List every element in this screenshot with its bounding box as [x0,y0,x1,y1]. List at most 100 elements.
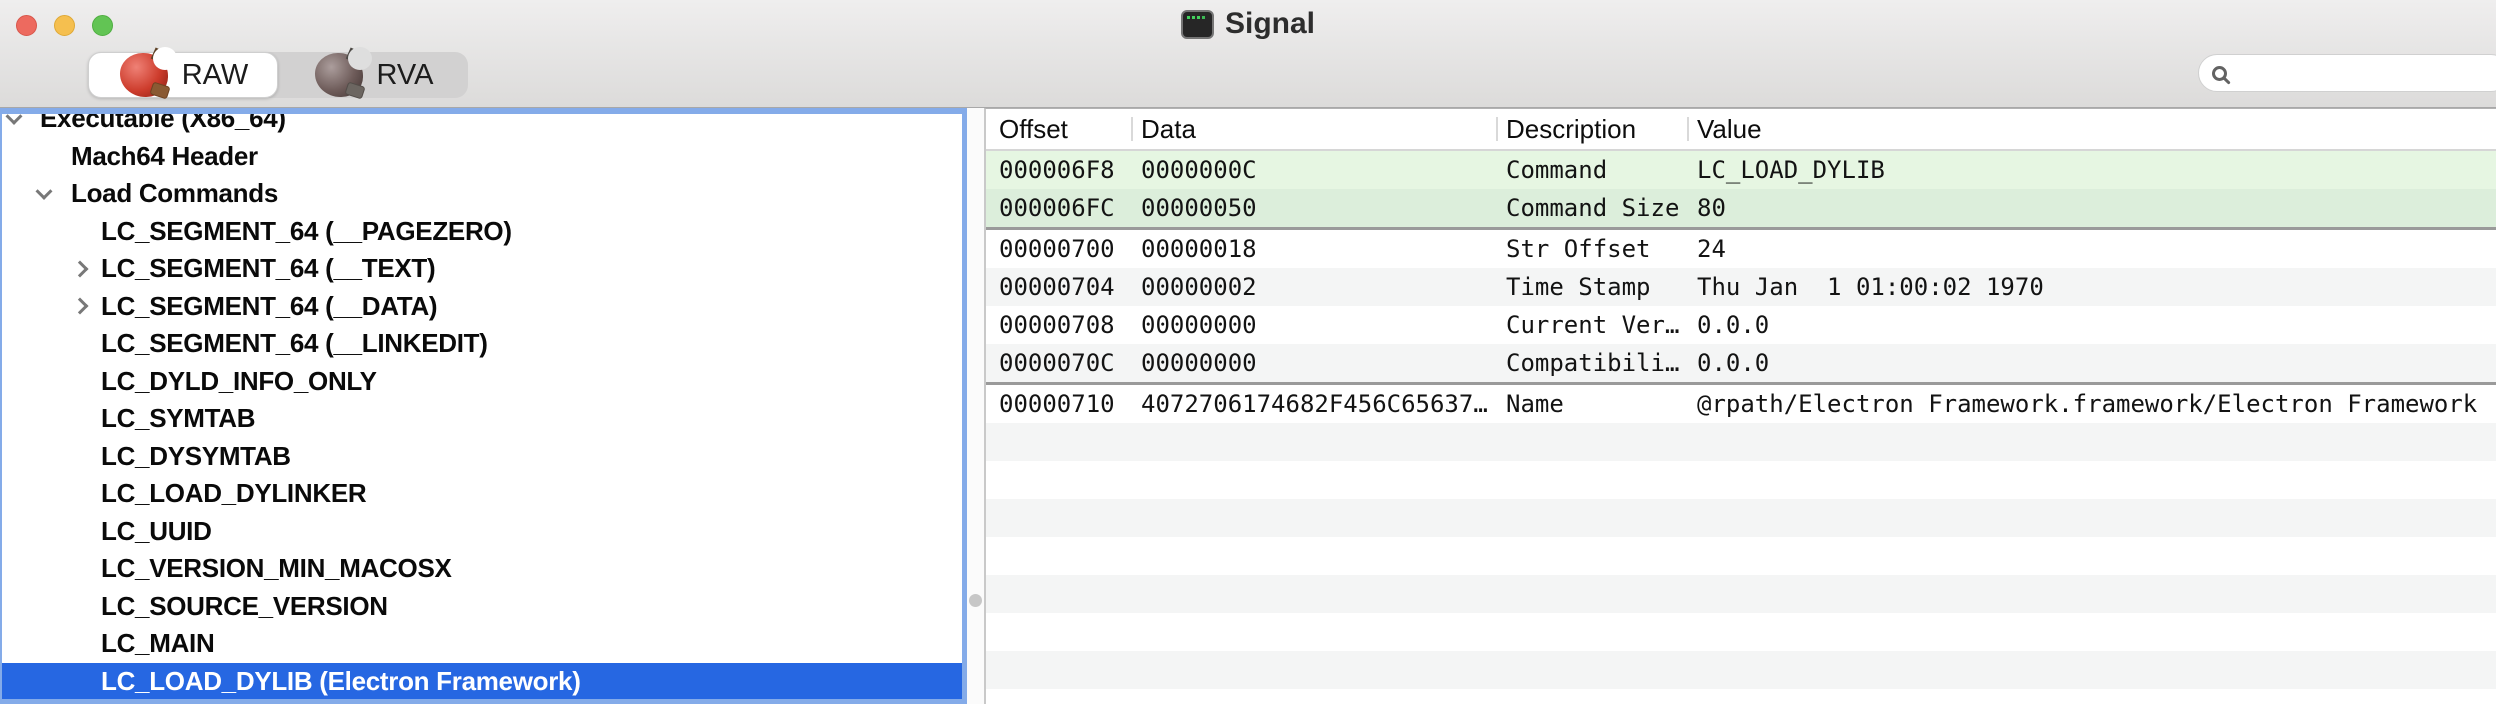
tree-item-label: LC_SYMTAB [101,403,255,433]
segment-raw-label: RAW [182,59,249,92]
segment-raw[interactable]: RAW [88,52,278,98]
titlebar: Signal RAW RVA [0,0,2496,108]
window-title: Signal [1225,7,1315,41]
tree-item-label: LC_LOAD_DYLIB (Electron Framework) [101,666,581,696]
tree-item-uuid[interactable]: LC_UUID [2,513,962,551]
traffic-lights [16,15,113,36]
tree-item-load-dylinker[interactable]: LC_LOAD_DYLINKER [2,475,962,513]
tree-item-label: Mach64 Header [71,141,258,171]
apple-gray-icon [313,46,369,100]
column-header-data: Data [1131,109,1496,149]
cell-description: Compatibili… [1496,344,1687,382]
tree-item-label: LC_DYLD_INFO_ONLY [101,366,377,396]
cell-value: @rpath/Electron Framework.framework/Elec… [1687,385,2496,423]
tree-item-segment-data[interactable]: LC_SEGMENT_64 (__DATA) [2,288,962,326]
zoom-button[interactable] [92,15,113,36]
minimize-button[interactable] [54,15,75,36]
raw-rva-segmented-control: RAW RVA [88,52,468,98]
empty-rows-area [986,423,2496,704]
tree-item-source-version[interactable]: LC_SOURCE_VERSION [2,588,962,626]
cell-offset: 00000710 [986,385,1131,423]
chevron-right-icon[interactable] [72,260,89,277]
tree-item-main[interactable]: LC_MAIN [2,625,962,663]
table-row[interactable]: 00000704 00000002 Time Stamp Thu Jan 1 0… [986,268,2496,306]
tree-item-version-min-macosx[interactable]: LC_VERSION_MIN_MACOSX [2,550,962,588]
segment-rva-label: RVA [377,59,434,92]
window-title-area: Signal [1181,7,1315,41]
cell-offset: 00000700 [986,230,1131,268]
column-header-offset: Offset [986,109,1131,149]
tree-sidebar: Executable (X86_64) Mach64 Header Load C… [0,108,967,704]
tree-item-symtab[interactable]: LC_SYMTAB [2,400,962,438]
chevron-down-icon[interactable] [36,183,53,200]
cell-value: 24 [1687,230,2496,268]
tree-item-label: LC_SOURCE_VERSION [101,591,388,621]
tree-item-label: LC_SEGMENT_64 (__TEXT) [101,253,435,283]
cell-value: 0.0.0 [1687,306,2496,344]
chevron-right-icon[interactable] [72,298,89,315]
table-row[interactable]: 0000070C 00000000 Compatibili… 0.0.0 [986,344,2496,385]
tree-item-label: Executable (X86_64) [40,108,286,133]
cell-data: 00000018 [1131,230,1496,268]
tree-item-executable[interactable]: Executable (X86_64) [2,108,962,138]
detail-table: Offset Data Description Value 000006F8 0… [984,108,2496,704]
tree-item-label: LC_VERSION_MIN_MACOSX [101,553,452,583]
chevron-down-icon[interactable] [6,108,23,125]
tree-item-segment-linkedit[interactable]: LC_SEGMENT_64 (__LINKEDIT) [2,325,962,363]
cell-description: Command Size [1496,189,1687,227]
tree-item-load-commands[interactable]: Load Commands [2,175,962,213]
executable-file-icon [1181,10,1214,39]
tree-item-segment-text[interactable]: LC_SEGMENT_64 (__TEXT) [2,250,962,288]
tree-item-label: LC_DYSYMTAB [101,441,291,471]
cell-description: Time Stamp [1496,268,1687,306]
cell-data: 00000002 [1131,268,1496,306]
tree-item-label: LC_MAIN [101,628,214,658]
apple-icon [118,46,174,100]
tree-item-label: Load Commands [71,178,278,208]
segment-rva[interactable]: RVA [278,52,468,98]
tree-item-load-dylib-electron-selected[interactable]: LC_LOAD_DYLIB (Electron Framework) [2,663,962,701]
tree-item-dyld-info-only[interactable]: LC_DYLD_INFO_ONLY [2,363,962,401]
cell-description: Str Offset [1496,230,1687,268]
table-row[interactable]: 00000710 4072706174682F456C65637… Name @… [986,385,2496,423]
column-header-description: Description [1496,109,1687,149]
tree-item-dysymtab[interactable]: LC_DYSYMTAB [2,438,962,476]
cell-description: Current Ver… [1496,306,1687,344]
cell-data: 00000000 [1131,306,1496,344]
search-input[interactable] [2238,58,2496,89]
cell-value: Thu Jan 1 01:00:02 1970 [1687,268,2496,306]
cell-offset: 0000070C [986,344,1131,382]
tree-item-segment-pagezero[interactable]: LC_SEGMENT_64 (__PAGEZERO) [2,213,962,251]
cell-data: 00000000 [1131,344,1496,382]
table-row[interactable]: 000006F8 0000000C Command LC_LOAD_DYLIB [986,151,2496,189]
cell-offset: 00000704 [986,268,1131,306]
pane-splitter[interactable] [967,108,984,704]
cell-data: 00000050 [1131,189,1496,227]
tree-item-label: LC_SEGMENT_64 (__DATA) [101,291,437,321]
table-row[interactable]: 000006FC 00000050 Command Size 80 [986,189,2496,230]
cell-data: 0000000C [1131,151,1496,189]
close-button[interactable] [16,15,37,36]
cell-data: 4072706174682F456C65637… [1131,385,1496,423]
search-icon [2212,66,2227,81]
search-field[interactable] [2198,54,2496,92]
cell-offset: 000006FC [986,189,1131,227]
column-header-value: Value [1687,109,2496,149]
cell-value: 0.0.0 [1687,344,2496,382]
cell-description: Command [1496,151,1687,189]
table-row[interactable]: 00000708 00000000 Current Ver… 0.0.0 [986,306,2496,344]
load-commands-tree: Executable (X86_64) Mach64 Header Load C… [2,108,962,700]
cell-value: LC_LOAD_DYLIB [1687,151,2496,189]
table-header-row: Offset Data Description Value [986,109,2496,151]
cell-description: Name [1496,385,1687,423]
tree-item-label: LC_SEGMENT_64 (__LINKEDIT) [101,328,488,358]
tree-item-label: LC_SEGMENT_64 (__PAGEZERO) [101,216,512,246]
cell-value: 80 [1687,189,2496,227]
tree-item-mach64-header[interactable]: Mach64 Header [2,138,962,176]
splitter-handle-icon[interactable] [969,594,982,607]
tree-item-label: LC_LOAD_DYLINKER [101,478,366,508]
tree-item-label: LC_UUID [101,516,212,546]
table-row[interactable]: 00000700 00000018 Str Offset 24 [986,230,2496,268]
cell-offset: 000006F8 [986,151,1131,189]
cell-offset: 00000708 [986,306,1131,344]
